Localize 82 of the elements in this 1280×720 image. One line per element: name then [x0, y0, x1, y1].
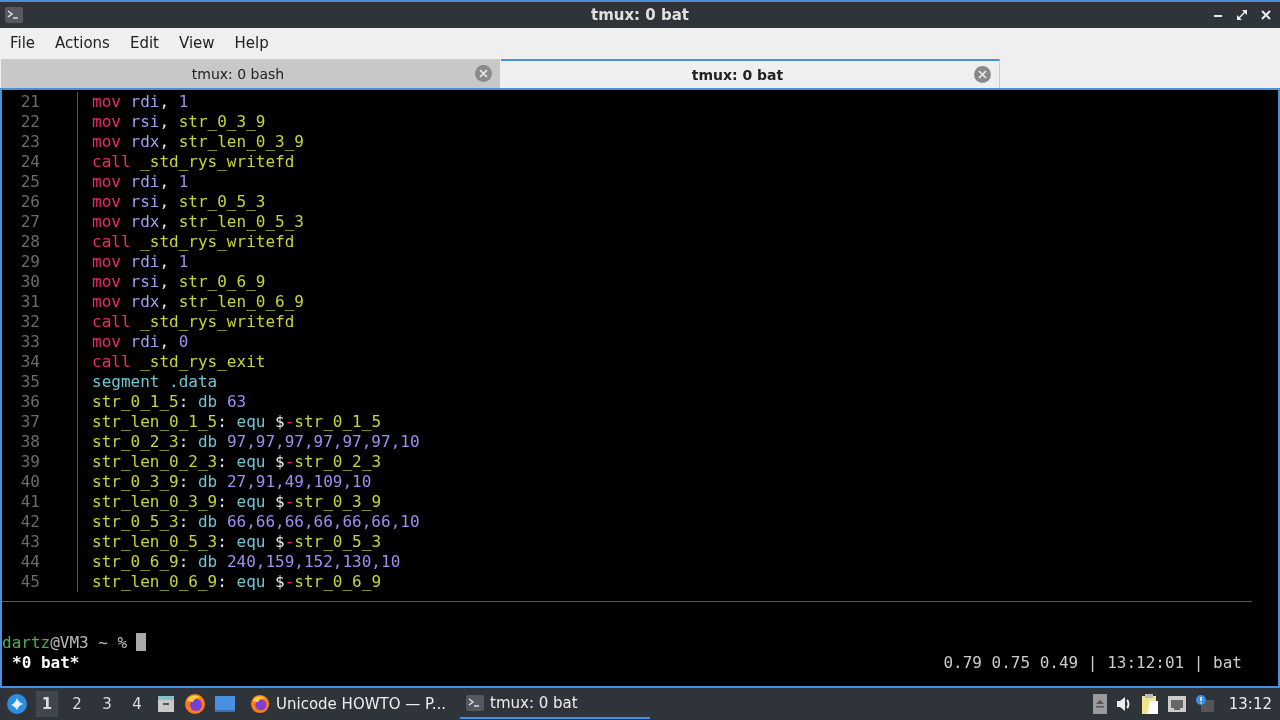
- code-line: segment .data: [92, 372, 218, 392]
- code-line: str_len_0_5_3: equ $-str_0_5_3: [92, 532, 381, 552]
- code-line: call _std_rys_writefd: [92, 312, 295, 332]
- code-line: str_0_6_9: db 240,159,152,130,10: [92, 552, 401, 572]
- tmux-window-name: *0 bat*: [12, 652, 80, 672]
- code-line: mov rdx, str_len_0_3_9: [92, 132, 304, 152]
- text-cursor: [136, 633, 147, 651]
- line-number: 44: [19, 552, 40, 572]
- taskbar-button[interactable]: Unicode HOWTO — P...: [244, 689, 453, 719]
- code-line: mov rdi, 1: [92, 172, 189, 192]
- workspace-button[interactable]: 2: [66, 691, 88, 717]
- workspace-button[interactable]: 1: [36, 691, 58, 717]
- line-number: 31: [19, 292, 40, 312]
- clipboard-icon[interactable]: [1140, 693, 1159, 715]
- menu-item[interactable]: Edit: [129, 34, 169, 52]
- tmux-status: 0.79 0.75 0.49 | 13:12:01 | bat: [943, 652, 1242, 672]
- line-number: 41: [19, 492, 40, 512]
- code-line: str_0_2_3: db 97,97,97,97,97,97,10: [92, 432, 420, 452]
- line-number: 37: [19, 412, 40, 432]
- line-number: 35: [19, 372, 40, 392]
- clock[interactable]: 13:12: [1228, 695, 1272, 713]
- code-line: mov rdi, 0: [92, 332, 189, 352]
- line-number: 40: [19, 472, 40, 492]
- maximize-icon[interactable]: [1236, 9, 1248, 21]
- line-number: 28: [19, 232, 40, 252]
- code-line: mov rdx, str_len_0_6_9: [92, 292, 304, 312]
- shell-prompt: dartz@VM3 ~ %: [2, 632, 128, 652]
- file-cabinet-icon[interactable]: [156, 694, 176, 714]
- line-number: 36: [19, 392, 40, 412]
- code-line: str_0_1_5: db 63: [92, 392, 247, 412]
- code-line: mov rsi, str_0_5_3: [92, 192, 266, 212]
- line-number: 29: [19, 252, 40, 272]
- workspace-button[interactable]: 4: [126, 691, 148, 717]
- line-number: 32: [19, 312, 40, 332]
- line-number: 24: [19, 152, 40, 172]
- line-number: 45: [19, 572, 40, 592]
- notification-icon[interactable]: [1194, 694, 1215, 714]
- menu-item[interactable]: View: [178, 34, 225, 52]
- eject-icon[interactable]: [1092, 694, 1107, 714]
- code-line: str_len_0_1_5: equ $-str_0_1_5: [92, 412, 381, 432]
- browser-icon[interactable]: [184, 693, 206, 715]
- browser-icon: [250, 694, 270, 714]
- code-line: call _std_rys_writefd: [92, 152, 295, 172]
- taskbar-button[interactable]: tmux: 0 bat: [460, 689, 651, 719]
- menu-item[interactable]: File: [10, 34, 46, 52]
- code-line: mov rsi, str_0_3_9: [92, 112, 266, 132]
- menu-item[interactable]: Actions: [55, 34, 120, 52]
- tab[interactable]: tmux: 0 bash: [1, 59, 500, 88]
- line-number: 26: [19, 192, 40, 212]
- code-line: mov rdi, 1: [92, 92, 189, 112]
- tab[interactable]: tmux: 0 bat: [501, 59, 1000, 88]
- menu-item[interactable]: Help: [234, 34, 279, 52]
- terminal-icon: [5, 7, 23, 23]
- window-title: tmux: 0 bat: [590, 6, 690, 24]
- code-line: call _std_rys_exit: [92, 352, 266, 372]
- code-line: str_len_0_6_9: equ $-str_0_6_9: [92, 572, 381, 592]
- code-line: call _std_rys_writefd: [92, 232, 295, 252]
- line-number: 21: [19, 92, 40, 112]
- code-line: mov rdx, str_len_0_5_3: [92, 212, 304, 232]
- code-line: str_len_0_3_9: equ $-str_0_3_9: [92, 492, 381, 512]
- line-number: 39: [19, 452, 40, 472]
- line-number: 43: [19, 532, 40, 552]
- line-number: 22: [19, 112, 40, 132]
- line-number: 33: [19, 332, 40, 352]
- line-number: 34: [19, 352, 40, 372]
- network-icon[interactable]: [1166, 695, 1187, 713]
- line-number: 25: [19, 172, 40, 192]
- line-number: 23: [19, 132, 40, 152]
- code-line: str_0_5_3: db 66,66,66,66,66,66,10: [92, 512, 420, 532]
- bird-logo-icon[interactable]: [6, 693, 28, 715]
- terminal-icon: [466, 695, 485, 711]
- code-line: str_0_3_9: db 27,91,49,109,10: [92, 472, 372, 492]
- code-line: str_len_0_2_3: equ $-str_0_2_3: [92, 452, 381, 472]
- code-line: mov rdi, 1: [92, 252, 189, 272]
- line-number: 30: [19, 272, 40, 292]
- line-number: 27: [19, 212, 40, 232]
- desktop-icon[interactable]: [214, 694, 236, 714]
- code-line: mov rsi, str_0_6_9: [92, 272, 266, 292]
- line-number: 38: [19, 432, 40, 452]
- line-number: 42: [19, 512, 40, 532]
- workspace-button[interactable]: 3: [96, 691, 118, 717]
- close-icon[interactable]: [1260, 9, 1272, 21]
